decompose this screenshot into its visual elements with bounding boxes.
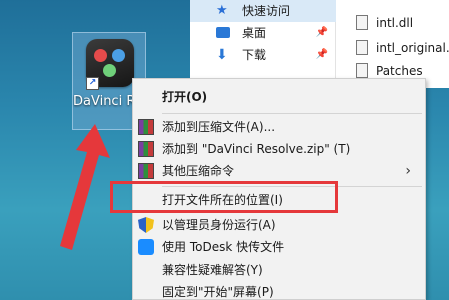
menu-item-add-to-zip[interactable]: 添加到 "DaVinci Resolve.zip" (T) (133, 138, 425, 160)
winrar-icon (138, 141, 154, 157)
menu-item-label: 添加到 "DaVinci Resolve.zip" (T) (162, 142, 351, 156)
file-label: intl_original.d (376, 41, 449, 55)
menu-item-open[interactable]: 打开(O) (133, 86, 425, 108)
logo-dot (103, 64, 116, 77)
menu-item-pin-to-start[interactable]: 固定到"开始"屏幕(P) (133, 281, 425, 300)
menu-item-add-to-archive[interactable]: 添加到压缩文件(A)... (133, 116, 425, 138)
nav-item-quick-access[interactable]: ★ 快速访问 (190, 0, 336, 22)
nav-item-downloads[interactable]: ⬇ 下载 📌 (190, 44, 336, 66)
chevron-right-icon: › (405, 163, 411, 179)
explorer-window: ★ 快速访问 桌面 📌 ⬇ 下载 📌 intl.dll intl_origina… (190, 0, 449, 88)
menu-item-label: 兼容性疑难解答(Y) (162, 263, 263, 277)
download-icon: ⬇ (216, 47, 228, 63)
menu-separator (162, 113, 422, 114)
menu-item-label: 固定到"开始"屏幕(P) (162, 285, 274, 299)
winrar-icon (138, 163, 154, 179)
pin-icon[interactable]: 📌 (316, 44, 328, 66)
menu-item-compatibility[interactable]: 兼容性疑难解答(Y) (133, 259, 425, 281)
menu-item-label: 添加到压缩文件(A)... (162, 120, 276, 134)
arrow-shape (60, 124, 110, 250)
pin-icon[interactable]: 📌 (316, 22, 328, 44)
navigation-pane: ★ 快速访问 桌面 📌 ⬇ 下载 📌 (190, 0, 336, 88)
nav-label: 下载 (242, 48, 267, 62)
menu-item-label: 以管理员身份运行(A) (162, 218, 276, 232)
todesk-icon (138, 239, 154, 255)
logo-dot (112, 49, 125, 62)
annotation-highlight-box (110, 181, 338, 213)
file-label: intl.dll (376, 16, 414, 30)
nav-item-desktop[interactable]: 桌面 📌 (190, 22, 336, 44)
menu-item-label: 使用 ToDesk 快传文件 (162, 240, 285, 254)
file-icon (356, 15, 368, 30)
logo-dot (94, 49, 107, 62)
shortcut-arrow-icon: ↗ (86, 77, 99, 90)
winrar-icon (138, 119, 154, 135)
shield-icon (138, 217, 154, 233)
menu-item-label: 其他压缩命令 (162, 164, 235, 178)
menu-item-todesk-transfer[interactable]: 使用 ToDesk 快传文件 (133, 236, 425, 258)
menu-item-other-compress[interactable]: 其他压缩命令 › (133, 160, 425, 182)
nav-label: 桌面 (242, 26, 267, 40)
nav-label: 快速访问 (242, 4, 291, 18)
menu-item-run-as-admin[interactable]: 以管理员身份运行(A) (133, 214, 425, 236)
menu-item-label: 打开(O) (162, 90, 208, 104)
file-icon (356, 63, 368, 78)
star-icon: ★ (216, 3, 228, 18)
file-icon (356, 40, 368, 55)
desktop-icon (216, 27, 230, 38)
